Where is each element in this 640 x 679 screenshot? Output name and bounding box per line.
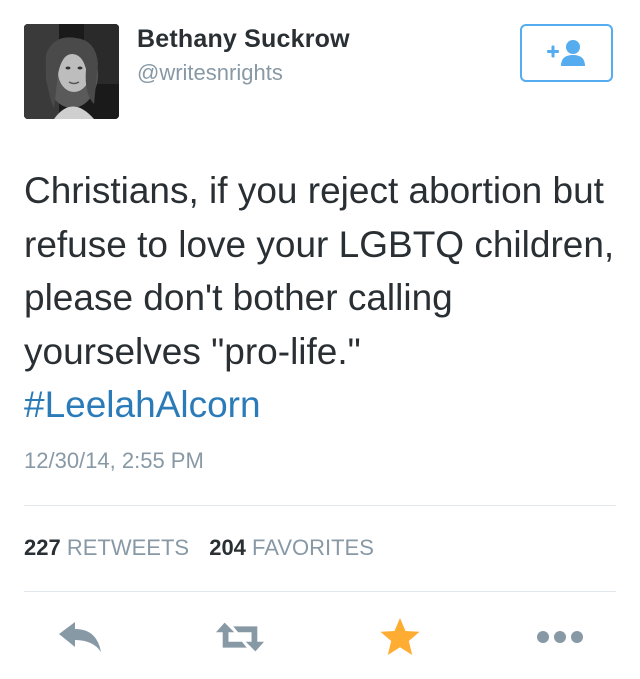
- tweet-timestamp[interactable]: 12/30/14, 2:55 PM: [24, 448, 204, 474]
- retweets-label: RETWEETS: [66, 535, 190, 560]
- retweet-icon: [215, 622, 265, 652]
- favorites-label: FAVORITES: [252, 535, 374, 560]
- hashtag-link[interactable]: #LeelahAlcorn: [24, 384, 261, 425]
- avatar-photo: [24, 24, 119, 119]
- retweets-stat[interactable]: 227 RETWEETS: [24, 535, 189, 560]
- tweet-body: Christians, if you reject abortion but r…: [24, 170, 615, 372]
- avatar[interactable]: [24, 24, 119, 119]
- tweet-actions: [0, 612, 640, 662]
- divider: [24, 505, 616, 506]
- favorite-button[interactable]: [375, 612, 425, 662]
- reply-button[interactable]: [55, 612, 105, 662]
- retweets-count: 227: [24, 535, 61, 560]
- divider: [24, 591, 616, 592]
- add-user-icon: [546, 40, 585, 66]
- tweet-text: Christians, if you reject abortion but r…: [24, 164, 624, 432]
- more-options-icon: [537, 631, 583, 643]
- more-options-button[interactable]: [535, 612, 585, 662]
- favorites-count: 204: [209, 535, 246, 560]
- tweet-stats: 227 RETWEETS 204 FAVORITES: [24, 535, 388, 561]
- follow-button[interactable]: [520, 24, 613, 82]
- favorites-stat[interactable]: 204 FAVORITES: [209, 535, 374, 560]
- favorite-star-icon: [380, 618, 420, 655]
- author-name[interactable]: Bethany Suckrow: [137, 25, 350, 54]
- reply-icon: [59, 622, 101, 652]
- retweet-button[interactable]: [215, 612, 265, 662]
- author-handle[interactable]: @writesnrights: [137, 60, 283, 86]
